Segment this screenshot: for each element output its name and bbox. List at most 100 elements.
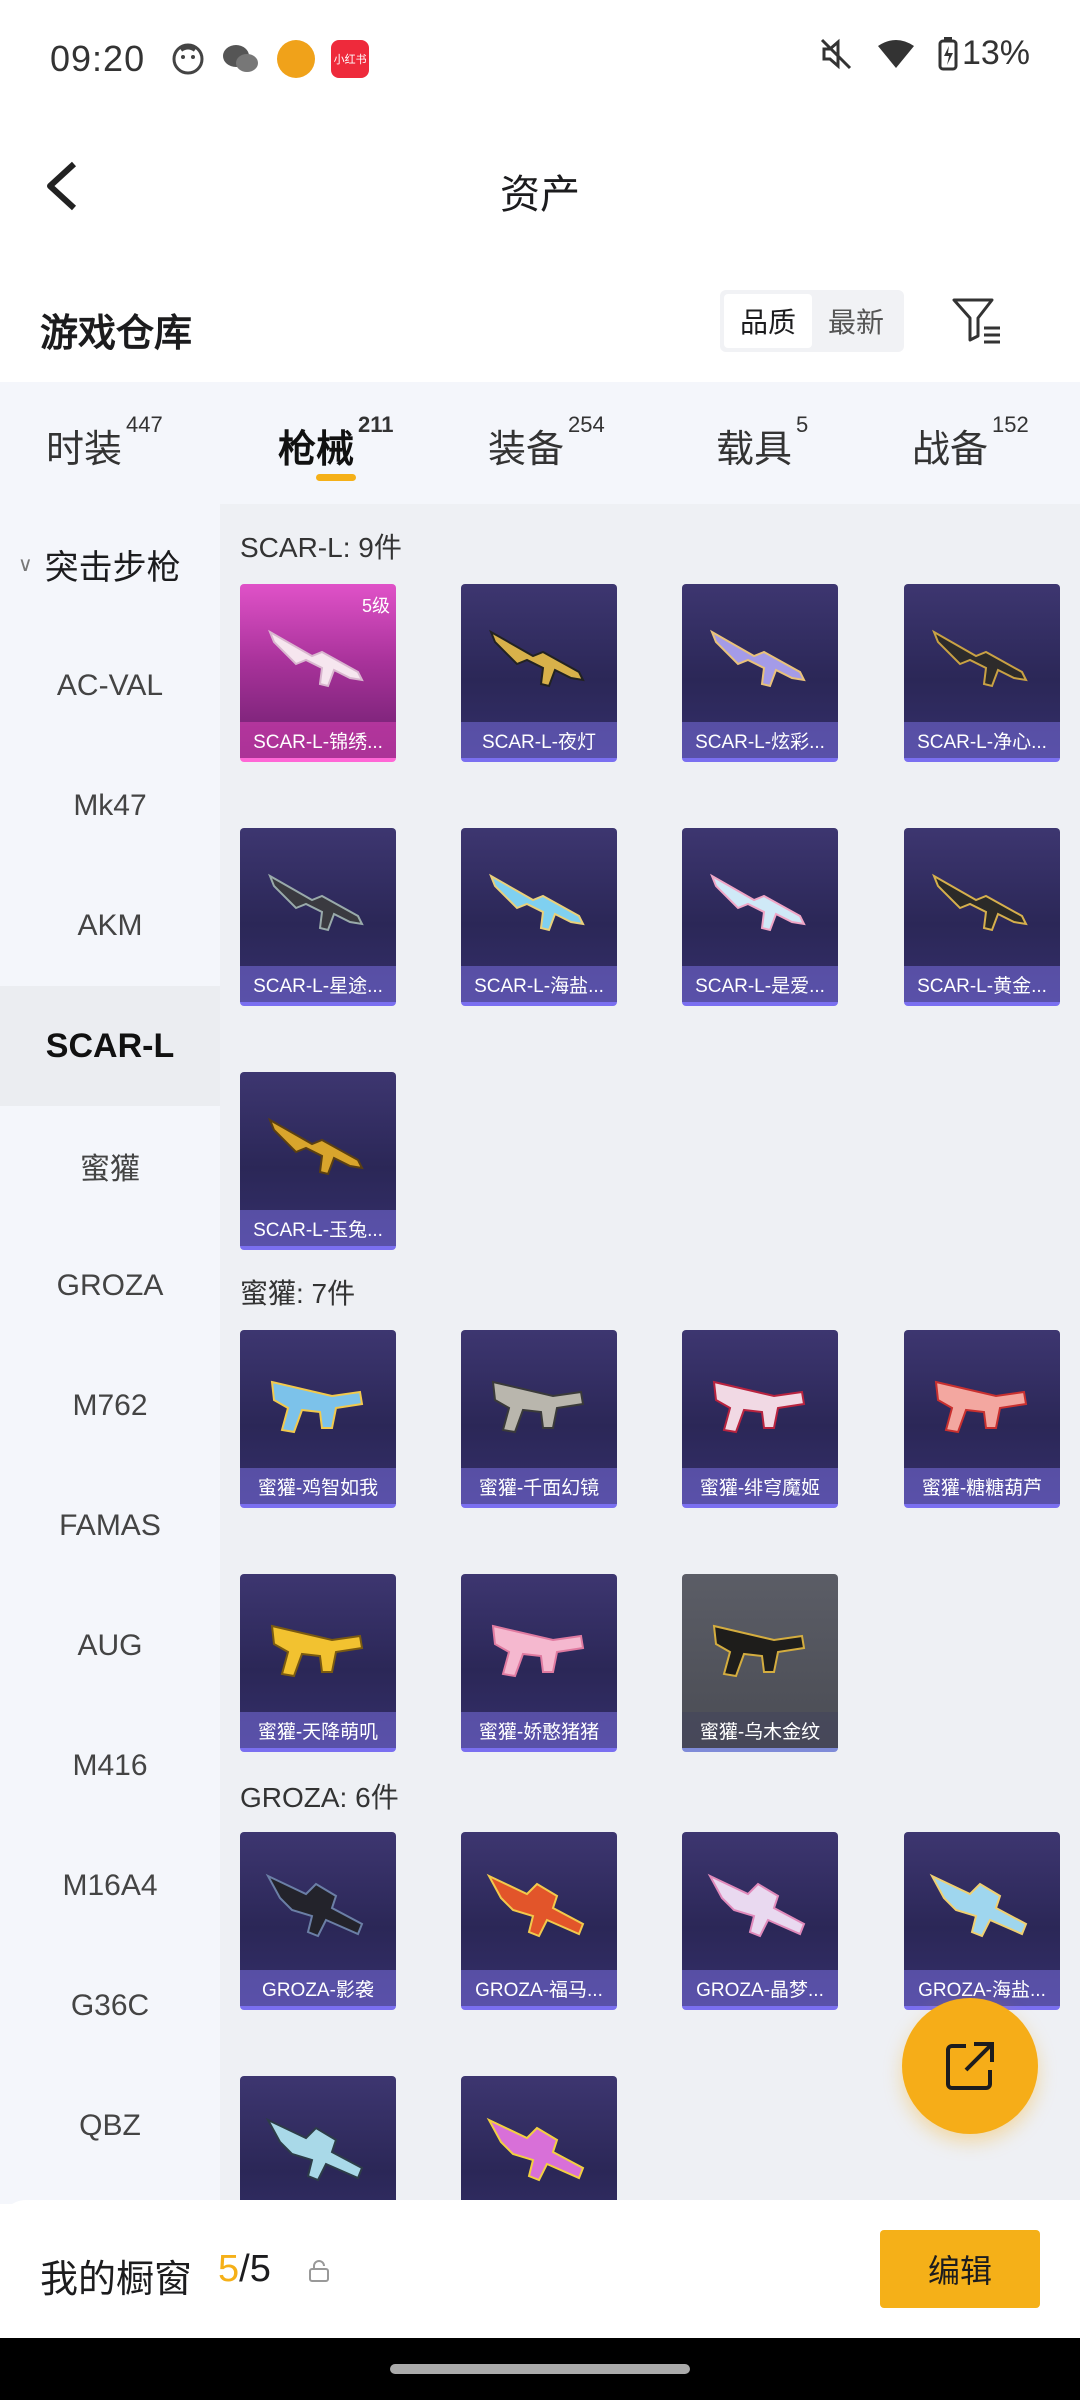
edit-button[interactable]: 编辑 [880, 2230, 1040, 2308]
item-card[interactable]: SCAR-L-炫彩... [682, 584, 838, 762]
item-card[interactable]: 蜜獾-鸡智如我 [240, 1330, 396, 1508]
bullpup-rifle-icon [265, 1873, 364, 1938]
clock: 09:20 [50, 38, 146, 79]
wifi-icon [877, 39, 914, 68]
item-label: SCAR-L-星途... [240, 966, 396, 1002]
item-card[interactable]: SCAR-L-夜灯 [461, 584, 617, 762]
showcase-label: 我的橱窗 [40, 2259, 193, 2301]
sidebar-item-m762[interactable]: M762 [0, 1346, 220, 1466]
category-tabs: 时装447 枪械211 装备254 载具5 战备152 [0, 382, 1080, 504]
item-card[interactable]: GROZA-福马... [461, 1832, 617, 2010]
game-app-icon [277, 40, 316, 78]
item-card[interactable]: SCAR-L-海盐... [461, 828, 617, 1006]
face-icon [172, 43, 204, 75]
filter-icon[interactable] [950, 294, 1004, 348]
item-card[interactable]: 5级 SCAR-L-锦绣... [240, 584, 396, 762]
smg-icon [270, 1624, 364, 1678]
sidebar-item-m416[interactable]: M416 [0, 1706, 220, 1826]
sidebar-item-mk47[interactable]: Mk47 [0, 746, 220, 866]
smg-icon [270, 1380, 364, 1434]
item-label: 蜜獾-乌木金纹 [682, 1712, 838, 1748]
rifle-icon [932, 873, 1028, 932]
sidebar-item-aug[interactable]: AUG [0, 1586, 220, 1706]
item-label: SCAR-L-是爱... [682, 966, 838, 1002]
smg-icon [491, 1380, 585, 1434]
rifle-icon [710, 873, 806, 932]
item-card[interactable]: SCAR-L-净心... [904, 584, 1060, 762]
item-card[interactable]: 蜜獾-绯穹魔姬 [682, 1330, 838, 1508]
item-label: SCAR-L-锦绣... [240, 722, 396, 758]
item-card[interactable]: SCAR-L-玉兔... [240, 1072, 396, 1250]
chevron-down-icon: ∨ [18, 553, 33, 576]
battery-level: 13% [961, 34, 1030, 72]
inventory-grid: SCAR-L: 9件 5级 SCAR-L-锦绣... SCAR-L-夜灯 SCA… [220, 504, 1080, 2200]
tab-gear[interactable]: 战备152 [912, 412, 1029, 473]
showcase-bar: 我的橱窗 5/5 编辑 [0, 2200, 1080, 2338]
warehouse-title: 游戏仓库 [40, 313, 193, 355]
item-card[interactable]: SCAR-L-是爱... [682, 828, 838, 1006]
item-card[interactable]: SCAR-L-星途... [240, 828, 396, 1006]
sidebar-item-m16a4[interactable]: M16A4 [0, 1826, 220, 1946]
smg-icon [712, 1624, 806, 1678]
group-title-honey-badger: 蜜獾: 7件 [240, 1278, 356, 1309]
item-card[interactable]: 蜜獾-天降萌叽 [240, 1574, 396, 1752]
item-card[interactable]: GROZA-海盐... [904, 1832, 1060, 2010]
xiaohongshu-icon: 小红书 [331, 40, 370, 78]
page-title: 资产 [500, 173, 580, 217]
sidebar-item-groza[interactable]: GROZA [0, 1226, 220, 1346]
sidebar-item-acval[interactable]: AC-VAL [0, 626, 220, 746]
showcase-count: 5/5 [218, 2248, 271, 2290]
home-indicator[interactable] [390, 2364, 690, 2374]
system-nav-bar [0, 2338, 1080, 2400]
item-label: 蜜獾-天降萌叽 [240, 1712, 396, 1748]
share-button[interactable] [902, 1998, 1038, 2134]
wechat-icon [223, 45, 259, 72]
item-card[interactable]: 蜜獾-娇憨猪猪 [461, 1574, 617, 1752]
item-card[interactable]: 蜜獾-糖糖葫芦 [904, 1330, 1060, 1508]
item-label: GROZA-福马... [461, 1970, 617, 2006]
warehouse-header: 游戏仓库 品质 最新 [0, 280, 1080, 380]
lock-icon [309, 2260, 329, 2282]
status-bar: 09:20 小红书 13% [0, 0, 1080, 118]
bullpup-rifle-icon [486, 1873, 585, 1938]
item-label: SCAR-L-玉兔... [240, 1210, 396, 1246]
bullpup-rifle-icon [486, 2117, 585, 2182]
battery-icon [938, 36, 958, 70]
item-card[interactable]: GROZA-影袭 [240, 1832, 396, 2010]
tab-active-indicator [316, 474, 356, 481]
item-label: SCAR-L-炫彩... [682, 722, 838, 758]
item-card[interactable] [461, 2076, 617, 2200]
item-label: 蜜獾-娇憨猪猪 [461, 1712, 617, 1748]
item-card[interactable]: GROZA-晶梦... [682, 1832, 838, 2010]
sidebar-item-scarl[interactable]: SCAR-L [0, 986, 220, 1106]
tab-outfits[interactable]: 时装447 [46, 412, 163, 473]
item-label: 蜜獾-绯穹魔姬 [682, 1468, 838, 1504]
item-label: 蜜獾-鸡智如我 [240, 1468, 396, 1504]
group-title-scarl: SCAR-L: 9件 [240, 532, 402, 563]
item-label: GROZA-影袭 [240, 1970, 396, 2006]
tab-firearms[interactable]: 枪械211 [278, 412, 394, 473]
sidebar-group-assault-rifles[interactable]: ∨ 突击步枪 [0, 504, 220, 624]
sidebar-item-qbz[interactable]: QBZ [0, 2066, 220, 2186]
sidebar-item-akm[interactable]: AKM [0, 866, 220, 986]
sidebar-item-honey-badger[interactable]: 蜜獾 [0, 1106, 220, 1226]
item-card[interactable]: 蜜獾-千面幻镜 [461, 1330, 617, 1508]
tab-equipment[interactable]: 装备254 [488, 412, 605, 473]
item-label: GROZA-晶梦... [682, 1970, 838, 2006]
sidebar-item-g36c[interactable]: G36C [0, 1946, 220, 2066]
rifle-icon [932, 629, 1028, 688]
sort-quality-button[interactable]: 品质 [724, 294, 812, 348]
rifle-icon [268, 1117, 364, 1176]
sidebar-item-famas[interactable]: FAMAS [0, 1466, 220, 1586]
item-label: SCAR-L-黄金... [904, 966, 1060, 1002]
bullpup-rifle-icon [265, 2117, 364, 2182]
tab-vehicles[interactable]: 载具5 [716, 412, 808, 473]
item-card[interactable] [240, 2076, 396, 2200]
mute-icon [820, 38, 851, 69]
item-card[interactable]: SCAR-L-黄金... [904, 828, 1060, 1006]
bullpup-rifle-icon [707, 1873, 806, 1938]
item-card[interactable]: 蜜獾-乌木金纹 [682, 1574, 838, 1752]
rifle-icon [489, 629, 585, 688]
sort-latest-button[interactable]: 最新 [812, 294, 900, 348]
item-label: SCAR-L-夜灯 [461, 722, 617, 758]
